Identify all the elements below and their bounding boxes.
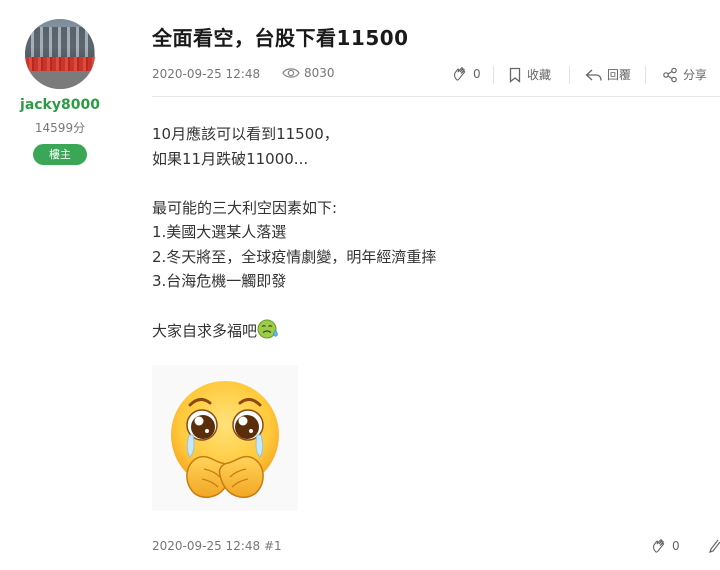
reply-label: 回覆: [607, 68, 632, 82]
share-label: 分享: [683, 68, 708, 82]
sick-face-emoji: [257, 318, 279, 340]
header-divider: [152, 96, 720, 97]
bookmark-label: 收藏: [527, 68, 552, 82]
avatar-crowd: [25, 57, 95, 71]
body-line: 最可能的三大利空因素如下:: [152, 198, 338, 217]
author-username[interactable]: jacky8000: [0, 97, 120, 113]
body-line: 10月應該可以看到11500，: [152, 125, 339, 143]
body-line: [152, 294, 436, 319]
post-body: 10月應該可以看到11500， 如果11月跌破11000... 最可能的三大利空…: [152, 122, 436, 343]
author-avatar[interactable]: [25, 19, 95, 89]
share-button[interactable]: 分享: [662, 66, 707, 83]
author-points: 14599分: [34, 121, 86, 135]
bookmark-icon: [509, 67, 521, 83]
avatar-building: [25, 27, 95, 57]
bookmark-button[interactable]: 收藏: [508, 66, 551, 83]
footer-like-count: 0: [672, 539, 680, 553]
body-line-with-emoji: 大家自求多福吧: [152, 318, 436, 343]
avatar-ground: [25, 71, 95, 89]
view-count: 8030: [282, 66, 335, 80]
eye-icon: [282, 68, 300, 78]
post-title: 全面看空，台股下看11500: [152, 26, 409, 50]
post-timestamp: 2020-09-25 12:48: [152, 67, 261, 81]
pencil-icon: [709, 539, 720, 553]
share-icon: [663, 67, 677, 82]
op-badge: 樓主: [33, 144, 87, 165]
clap-icon: [652, 539, 665, 553]
like-button[interactable]: 0: [452, 66, 481, 82]
pleading-face-sticker[interactable]: [152, 365, 298, 511]
pleading-face-image: [171, 381, 279, 498]
footer-like-button[interactable]: 0: [651, 538, 680, 554]
footer-edit-button[interactable]: [708, 538, 720, 558]
reply-button[interactable]: 回覆: [585, 66, 631, 83]
clap-icon: [453, 67, 466, 81]
body-line: 如果11月跌破11000...: [152, 149, 309, 168]
view-count-value: 8030: [304, 66, 335, 80]
like-count: 0: [473, 67, 481, 81]
body-line: 1.美國大選某人落選: [152, 223, 287, 241]
body-line: [152, 171, 436, 196]
body-line: 大家自求多福吧: [152, 322, 258, 340]
body-line: 3.台海危機一觸即發: [152, 272, 287, 290]
body-line: 2.冬天將至，全球疫情劇變，明年經濟重摔: [152, 247, 437, 266]
floor-timestamp: 2020-09-25 12:48 #1: [152, 539, 282, 553]
reply-arrow-icon: [585, 69, 602, 81]
